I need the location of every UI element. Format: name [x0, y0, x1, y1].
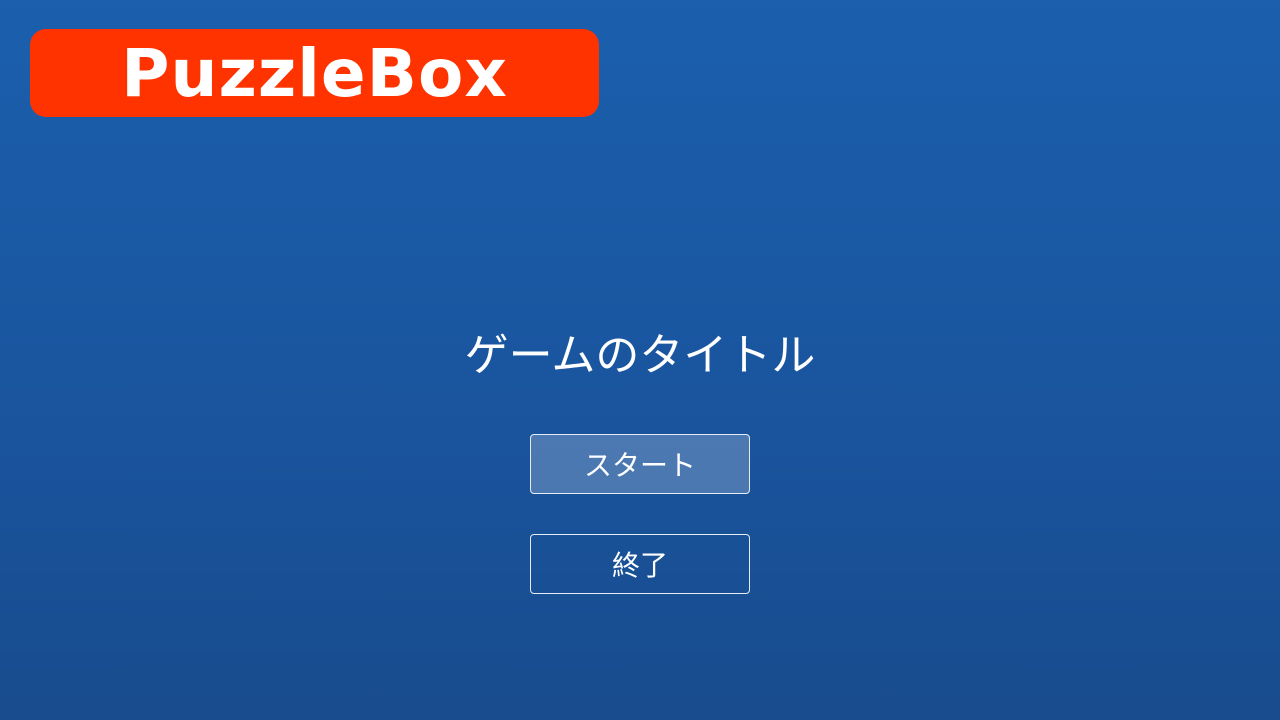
- quit-button[interactable]: 終了: [530, 534, 750, 594]
- start-button[interactable]: スタート: [530, 434, 750, 494]
- puzzlebox-logo-badge: PuzzleBox: [30, 29, 599, 117]
- game-title: ゲームのタイトル: [464, 330, 816, 381]
- logo-text: PuzzleBox: [121, 35, 508, 112]
